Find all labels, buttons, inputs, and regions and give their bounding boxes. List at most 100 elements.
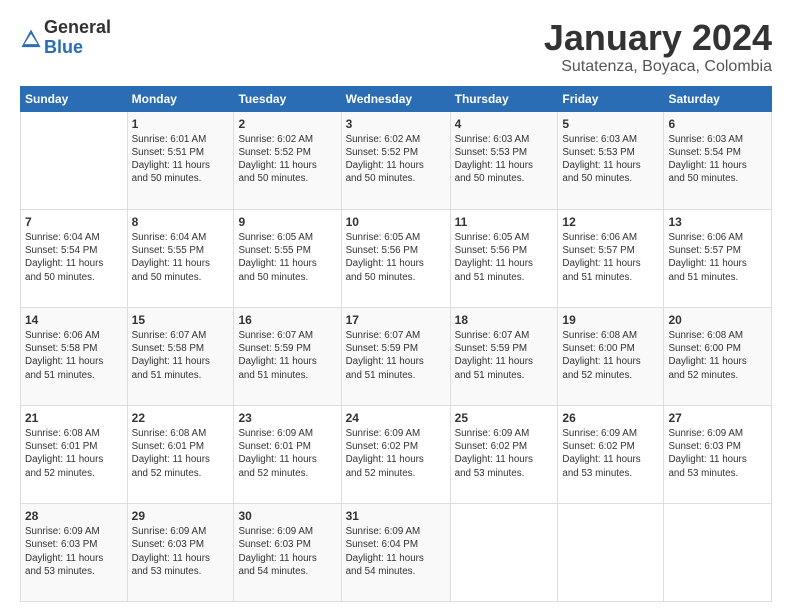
- day-detail: Sunrise: 6:06 AM Sunset: 5:57 PM Dayligh…: [562, 231, 659, 284]
- logo-blue: Blue: [44, 38, 111, 58]
- calendar-cell: 30Sunrise: 6:09 AM Sunset: 6:03 PM Dayli…: [234, 503, 341, 601]
- calendar: SundayMondayTuesdayWednesdayThursdayFrid…: [20, 86, 772, 602]
- calendar-cell: 15Sunrise: 6:07 AM Sunset: 5:58 PM Dayli…: [127, 307, 234, 405]
- weekday-header: Wednesday: [341, 86, 450, 111]
- calendar-cell: 16Sunrise: 6:07 AM Sunset: 5:59 PM Dayli…: [234, 307, 341, 405]
- calendar-cell: 1Sunrise: 6:01 AM Sunset: 5:51 PM Daylig…: [127, 111, 234, 209]
- location: Sutatenza, Boyaca, Colombia: [544, 58, 772, 76]
- day-detail: Sunrise: 6:09 AM Sunset: 6:02 PM Dayligh…: [346, 427, 446, 480]
- day-number: 1: [132, 116, 230, 132]
- calendar-body: 1Sunrise: 6:01 AM Sunset: 5:51 PM Daylig…: [21, 111, 772, 601]
- day-detail: Sunrise: 6:09 AM Sunset: 6:02 PM Dayligh…: [562, 427, 659, 480]
- day-detail: Sunrise: 6:08 AM Sunset: 6:01 PM Dayligh…: [25, 427, 123, 480]
- day-detail: Sunrise: 6:09 AM Sunset: 6:03 PM Dayligh…: [668, 427, 767, 480]
- weekday-header: Thursday: [450, 86, 558, 111]
- day-number: 15: [132, 312, 230, 328]
- calendar-cell: 22Sunrise: 6:08 AM Sunset: 6:01 PM Dayli…: [127, 405, 234, 503]
- calendar-cell: 23Sunrise: 6:09 AM Sunset: 6:01 PM Dayli…: [234, 405, 341, 503]
- calendar-cell: 25Sunrise: 6:09 AM Sunset: 6:02 PM Dayli…: [450, 405, 558, 503]
- day-detail: Sunrise: 6:09 AM Sunset: 6:03 PM Dayligh…: [132, 525, 230, 578]
- calendar-cell: [21, 111, 128, 209]
- day-detail: Sunrise: 6:03 AM Sunset: 5:53 PM Dayligh…: [562, 133, 659, 186]
- calendar-cell: [664, 503, 772, 601]
- day-detail: Sunrise: 6:05 AM Sunset: 5:56 PM Dayligh…: [346, 231, 446, 284]
- calendar-cell: 28Sunrise: 6:09 AM Sunset: 6:03 PM Dayli…: [21, 503, 128, 601]
- day-detail: Sunrise: 6:09 AM Sunset: 6:01 PM Dayligh…: [238, 427, 336, 480]
- day-detail: Sunrise: 6:09 AM Sunset: 6:03 PM Dayligh…: [238, 525, 336, 578]
- day-detail: Sunrise: 6:07 AM Sunset: 5:58 PM Dayligh…: [132, 329, 230, 382]
- calendar-week-row: 7Sunrise: 6:04 AM Sunset: 5:54 PM Daylig…: [21, 209, 772, 307]
- day-number: 11: [455, 214, 554, 230]
- calendar-cell: 19Sunrise: 6:08 AM Sunset: 6:00 PM Dayli…: [558, 307, 664, 405]
- calendar-cell: 5Sunrise: 6:03 AM Sunset: 5:53 PM Daylig…: [558, 111, 664, 209]
- day-detail: Sunrise: 6:06 AM Sunset: 5:58 PM Dayligh…: [25, 329, 123, 382]
- day-detail: Sunrise: 6:09 AM Sunset: 6:04 PM Dayligh…: [346, 525, 446, 578]
- calendar-cell: 12Sunrise: 6:06 AM Sunset: 5:57 PM Dayli…: [558, 209, 664, 307]
- day-number: 3: [346, 116, 446, 132]
- day-number: 25: [455, 410, 554, 426]
- day-detail: Sunrise: 6:07 AM Sunset: 5:59 PM Dayligh…: [455, 329, 554, 382]
- day-number: 20: [668, 312, 767, 328]
- day-number: 12: [562, 214, 659, 230]
- calendar-cell: 6Sunrise: 6:03 AM Sunset: 5:54 PM Daylig…: [664, 111, 772, 209]
- day-detail: Sunrise: 6:02 AM Sunset: 5:52 PM Dayligh…: [346, 133, 446, 186]
- logo-text: General Blue: [44, 18, 111, 58]
- day-number: 19: [562, 312, 659, 328]
- day-number: 9: [238, 214, 336, 230]
- weekday-header: Tuesday: [234, 86, 341, 111]
- calendar-cell: 18Sunrise: 6:07 AM Sunset: 5:59 PM Dayli…: [450, 307, 558, 405]
- calendar-week-row: 1Sunrise: 6:01 AM Sunset: 5:51 PM Daylig…: [21, 111, 772, 209]
- day-number: 8: [132, 214, 230, 230]
- calendar-cell: 7Sunrise: 6:04 AM Sunset: 5:54 PM Daylig…: [21, 209, 128, 307]
- weekday-header: Friday: [558, 86, 664, 111]
- month-year: January 2024: [544, 18, 772, 58]
- day-number: 23: [238, 410, 336, 426]
- day-detail: Sunrise: 6:08 AM Sunset: 6:01 PM Dayligh…: [132, 427, 230, 480]
- day-detail: Sunrise: 6:02 AM Sunset: 5:52 PM Dayligh…: [238, 133, 336, 186]
- calendar-cell: 10Sunrise: 6:05 AM Sunset: 5:56 PM Dayli…: [341, 209, 450, 307]
- day-number: 2: [238, 116, 336, 132]
- day-number: 26: [562, 410, 659, 426]
- calendar-cell: 24Sunrise: 6:09 AM Sunset: 6:02 PM Dayli…: [341, 405, 450, 503]
- day-detail: Sunrise: 6:01 AM Sunset: 5:51 PM Dayligh…: [132, 133, 230, 186]
- day-number: 5: [562, 116, 659, 132]
- calendar-cell: 26Sunrise: 6:09 AM Sunset: 6:02 PM Dayli…: [558, 405, 664, 503]
- day-number: 24: [346, 410, 446, 426]
- day-detail: Sunrise: 6:03 AM Sunset: 5:54 PM Dayligh…: [668, 133, 767, 186]
- day-number: 28: [25, 508, 123, 524]
- calendar-cell: 4Sunrise: 6:03 AM Sunset: 5:53 PM Daylig…: [450, 111, 558, 209]
- calendar-cell: 11Sunrise: 6:05 AM Sunset: 5:56 PM Dayli…: [450, 209, 558, 307]
- calendar-cell: 13Sunrise: 6:06 AM Sunset: 5:57 PM Dayli…: [664, 209, 772, 307]
- day-detail: Sunrise: 6:09 AM Sunset: 6:03 PM Dayligh…: [25, 525, 123, 578]
- header: General Blue January 2024 Sutatenza, Boy…: [20, 18, 772, 76]
- calendar-cell: 21Sunrise: 6:08 AM Sunset: 6:01 PM Dayli…: [21, 405, 128, 503]
- day-number: 29: [132, 508, 230, 524]
- calendar-cell: 17Sunrise: 6:07 AM Sunset: 5:59 PM Dayli…: [341, 307, 450, 405]
- day-number: 16: [238, 312, 336, 328]
- calendar-cell: 29Sunrise: 6:09 AM Sunset: 6:03 PM Dayli…: [127, 503, 234, 601]
- weekday-header: Saturday: [664, 86, 772, 111]
- calendar-cell: 8Sunrise: 6:04 AM Sunset: 5:55 PM Daylig…: [127, 209, 234, 307]
- calendar-cell: 20Sunrise: 6:08 AM Sunset: 6:00 PM Dayli…: [664, 307, 772, 405]
- day-number: 4: [455, 116, 554, 132]
- day-number: 18: [455, 312, 554, 328]
- calendar-header: SundayMondayTuesdayWednesdayThursdayFrid…: [21, 86, 772, 111]
- weekday-header: Monday: [127, 86, 234, 111]
- day-number: 13: [668, 214, 767, 230]
- day-number: 27: [668, 410, 767, 426]
- day-detail: Sunrise: 6:05 AM Sunset: 5:56 PM Dayligh…: [455, 231, 554, 284]
- calendar-cell: 2Sunrise: 6:02 AM Sunset: 5:52 PM Daylig…: [234, 111, 341, 209]
- calendar-cell: 14Sunrise: 6:06 AM Sunset: 5:58 PM Dayli…: [21, 307, 128, 405]
- calendar-cell: 27Sunrise: 6:09 AM Sunset: 6:03 PM Dayli…: [664, 405, 772, 503]
- calendar-cell: [450, 503, 558, 601]
- weekday-header-row: SundayMondayTuesdayWednesdayThursdayFrid…: [21, 86, 772, 111]
- day-number: 31: [346, 508, 446, 524]
- day-detail: Sunrise: 6:08 AM Sunset: 6:00 PM Dayligh…: [562, 329, 659, 382]
- day-number: 10: [346, 214, 446, 230]
- page: General Blue January 2024 Sutatenza, Boy…: [0, 0, 792, 612]
- weekday-header: Sunday: [21, 86, 128, 111]
- day-number: 7: [25, 214, 123, 230]
- calendar-cell: 31Sunrise: 6:09 AM Sunset: 6:04 PM Dayli…: [341, 503, 450, 601]
- calendar-week-row: 28Sunrise: 6:09 AM Sunset: 6:03 PM Dayli…: [21, 503, 772, 601]
- day-detail: Sunrise: 6:04 AM Sunset: 5:54 PM Dayligh…: [25, 231, 123, 284]
